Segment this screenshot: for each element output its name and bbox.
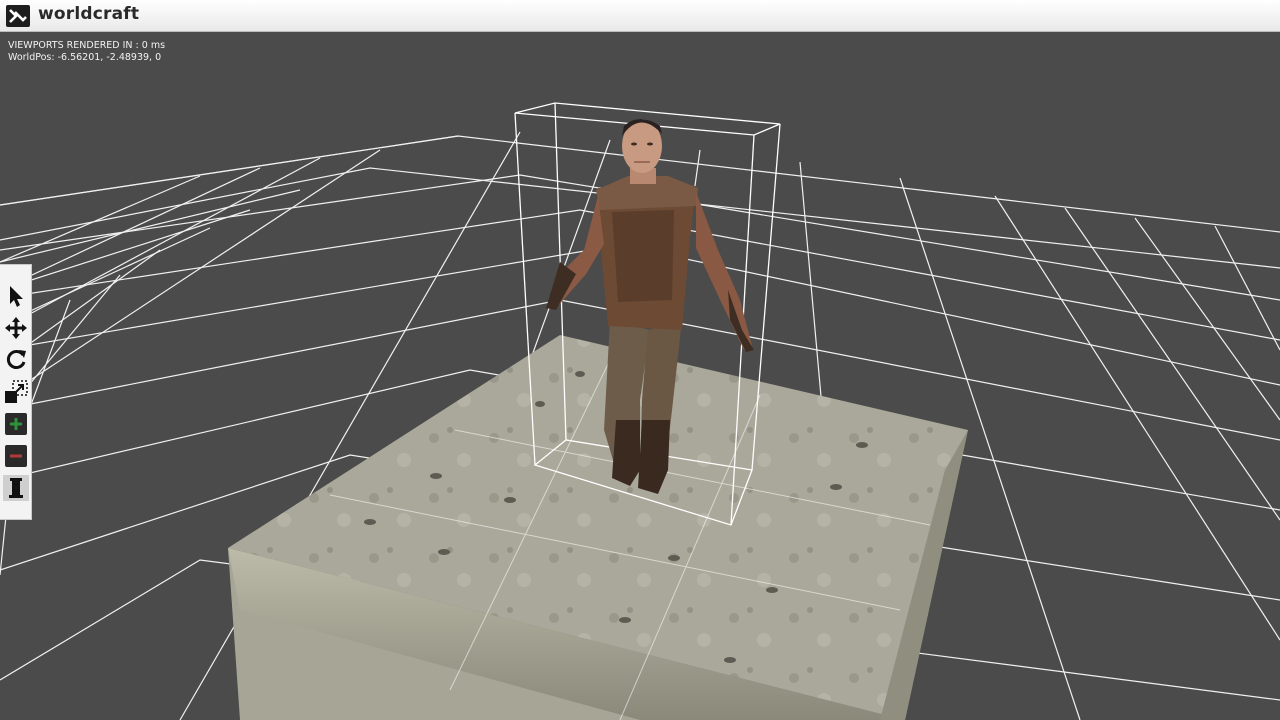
scene-canvas[interactable] <box>0 32 1280 720</box>
world-position-label: WorldPos: -6.56201, -2.48939, 0 <box>8 52 162 63</box>
pillar-icon <box>9 478 23 498</box>
rotate-tool-button[interactable] <box>3 347 29 373</box>
move-tool-button[interactable] <box>3 315 29 341</box>
add-object-tool-button[interactable] <box>3 411 29 437</box>
render-time-label: VIEWPORTS RENDERED IN : 0 ms <box>8 40 166 51</box>
remove-object-tool-button[interactable] <box>3 443 29 469</box>
viewport-stats: VIEWPORTS RENDERED IN : 0 ms WorldPos: -… <box>8 40 165 64</box>
title-bar: worldcraft <box>0 0 1280 32</box>
add-cube-icon <box>5 413 27 435</box>
move-arrows-icon <box>5 317 27 339</box>
tool-palette <box>0 264 32 520</box>
select-tool-button[interactable] <box>3 283 29 309</box>
arrow-cursor-icon <box>10 286 23 307</box>
worldcraft-logo-icon <box>6 5 30 27</box>
pillar-tool-button[interactable] <box>3 475 29 501</box>
app-title: worldcraft <box>38 4 140 24</box>
scale-icon <box>5 380 28 403</box>
3d-viewport[interactable]: VIEWPORTS RENDERED IN : 0 ms WorldPos: -… <box>0 32 1280 720</box>
concrete-platform <box>228 335 968 720</box>
remove-cube-icon <box>5 445 27 467</box>
scale-tool-button[interactable] <box>3 379 29 405</box>
rotate-icon <box>6 350 26 369</box>
